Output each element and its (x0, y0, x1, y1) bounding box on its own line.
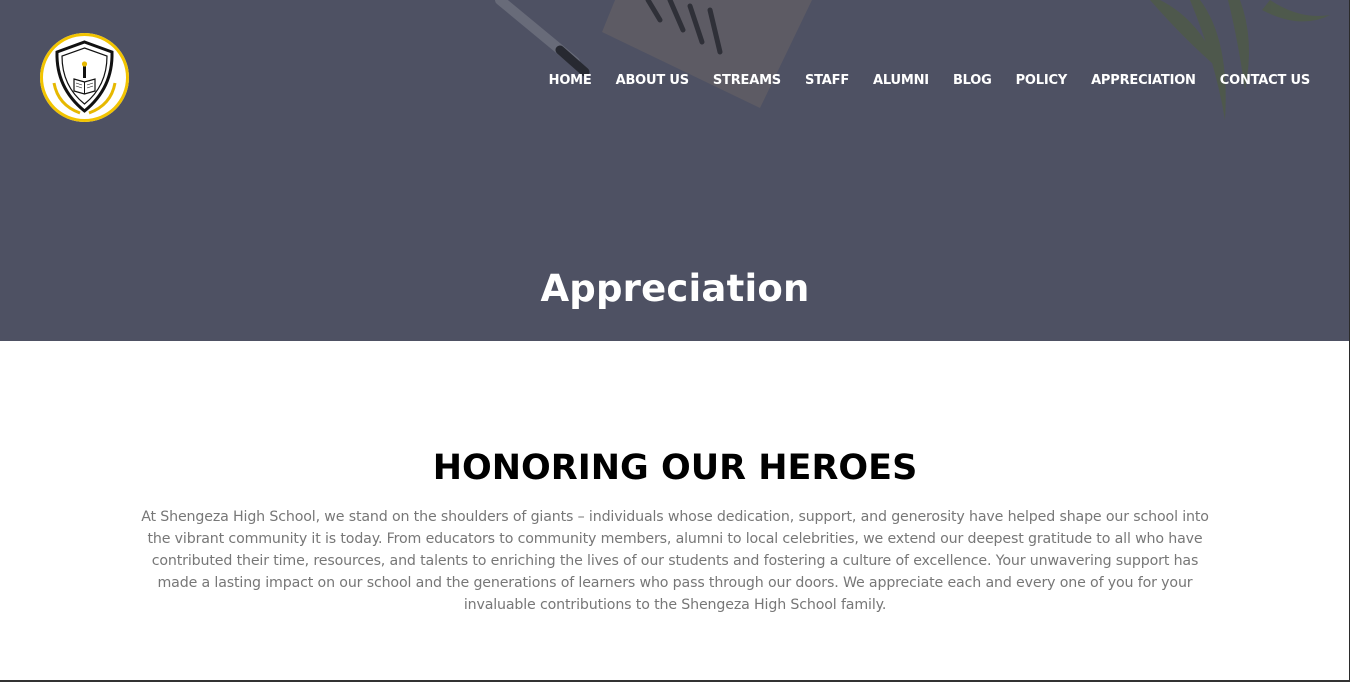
nav-about-us[interactable]: ABOUT US (616, 73, 689, 89)
hero-banner: HOME ABOUT US STREAMS STAFF ALUMNI BLOG … (0, 0, 1350, 341)
nav-alumni[interactable]: ALUMNI (873, 73, 929, 89)
page-title: Appreciation (540, 267, 810, 310)
section-heading: HONORING OUR HEROES (432, 448, 918, 488)
school-logo[interactable] (40, 33, 129, 122)
nav-policy[interactable]: POLICY (1016, 73, 1068, 89)
section-paragraph: At Shengeza High School, we stand on the… (141, 509, 1209, 613)
nav-appreciation[interactable]: APPRECIATION (1091, 73, 1196, 89)
crest-icon (52, 40, 117, 115)
main-navigation: HOME ABOUT US STREAMS STAFF ALUMNI BLOG … (525, 73, 1311, 89)
nav-home[interactable]: HOME (549, 73, 592, 89)
nav-streams[interactable]: STREAMS (713, 73, 781, 89)
nav-staff[interactable]: STAFF (805, 73, 849, 89)
nav-contact-us[interactable]: CONTACT US (1220, 73, 1310, 89)
nav-blog[interactable]: BLOG (953, 73, 992, 89)
